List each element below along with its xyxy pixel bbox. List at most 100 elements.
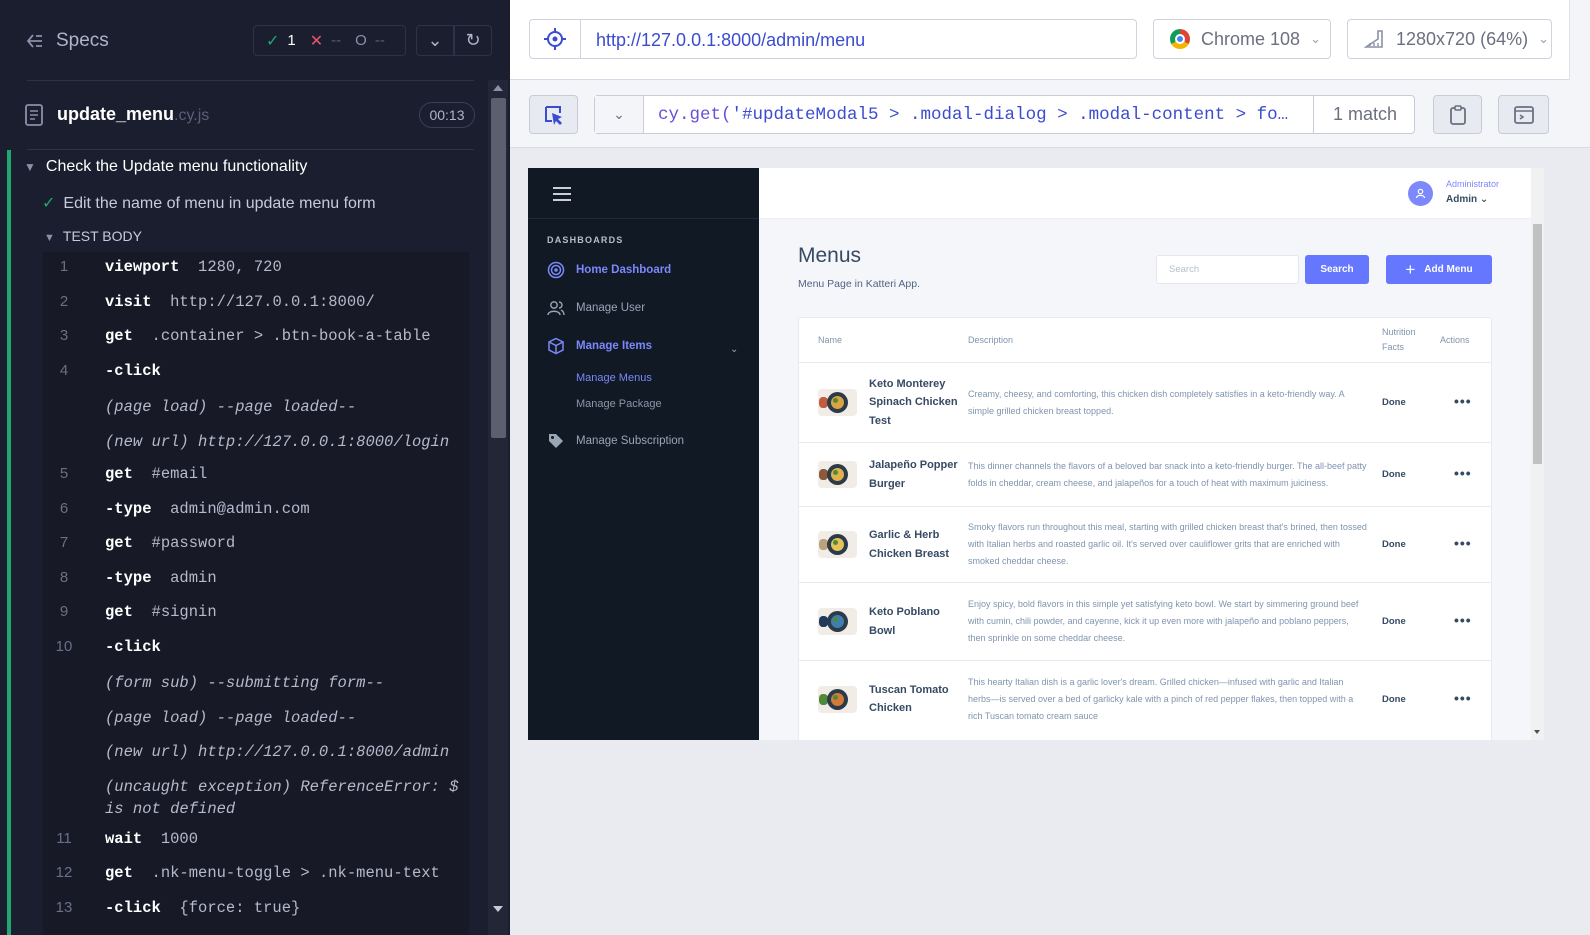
cursor-select-icon — [544, 105, 562, 125]
menu-toggle-icon[interactable] — [553, 187, 571, 201]
command-name: viewport 1280, 720 — [105, 258, 282, 276]
sidebar-item-label: Manage Items — [576, 340, 653, 352]
command-message: .nk-menu-toggle > .nk-menu-text — [151, 864, 440, 882]
copy-selector-button[interactable] — [1433, 95, 1482, 134]
search-input[interactable]: Search — [1156, 255, 1299, 284]
command-number: 12 — [55, 864, 73, 881]
command-number: 4 — [59, 362, 69, 379]
sidebar-subitem-manage-package[interactable]: Manage Package — [576, 398, 662, 410]
failed-count: -- — [331, 32, 342, 49]
sidebar-item-manage-subscription[interactable]: Manage Subscription — [547, 431, 684, 451]
command-number: 13 — [55, 899, 73, 916]
chevron-down-icon[interactable]: ⌄ — [730, 344, 738, 355]
menu-thumbnail — [818, 531, 857, 558]
viewport-info[interactable]: 1280x720 (64%) ⌄ — [1347, 19, 1552, 59]
chevron-down-icon: ⌄ — [1538, 31, 1549, 46]
sidebar-item-label: Home Dashboard — [576, 264, 672, 276]
chrome-icon — [1170, 29, 1190, 49]
command-number: 1 — [59, 258, 69, 275]
scroll-down-icon[interactable] — [1534, 730, 1540, 734]
command-event-text: (new url) http://127.0.0.1:8000/login — [105, 433, 450, 451]
test-title[interactable]: ✓ Edit the name of menu in update menu fo… — [42, 193, 376, 213]
command-name: get .nk-menu-toggle > .nk-menu-text — [105, 864, 440, 882]
more-actions-icon[interactable]: ••• — [1454, 393, 1472, 409]
crosshair-icon — [544, 28, 566, 50]
clipboard-icon — [1449, 104, 1466, 125]
menu-description: This hearty Italian dish is a garlic lov… — [968, 676, 1354, 721]
command-name: get .container > .btn-book-a-table — [105, 327, 431, 345]
table-row[interactable]: Keto Monterey Spinach Chicken Test Creamy… — [799, 362, 1491, 442]
search-button[interactable]: Search — [1305, 255, 1369, 284]
nutrition-status: Done — [1382, 693, 1406, 705]
column-header-description: Description — [968, 334, 1014, 345]
column-header-name: Name — [818, 334, 843, 345]
command-number: 2 — [59, 293, 69, 310]
selector-playground-button[interactable] — [529, 19, 581, 59]
sidebar-item-home-dashboard[interactable]: Home Dashboard — [547, 260, 671, 280]
browser-selector[interactable]: Chrome 108 ⌄ — [1153, 19, 1331, 59]
command-message: {force: true} — [179, 899, 301, 917]
menu-name: Keto Monterey Spinach Chicken Test — [869, 377, 958, 427]
chevron-down-icon[interactable]: ⌄ — [595, 96, 644, 133]
column-header-actions: Actions — [1440, 334, 1470, 345]
sidebar-item-label: Manage Subscription — [576, 435, 685, 447]
menu-description: Creamy, cheesy, and comforting, this chi… — [968, 388, 1345, 416]
url-display[interactable]: http://127.0.0.1:8000/admin/menu — [581, 19, 1137, 59]
print-to-console-button[interactable] — [1498, 95, 1549, 134]
specs-list-icon[interactable] — [25, 31, 45, 51]
selector-input[interactable]: cy.get('#updateModal5 > .modal-dialog > … — [658, 105, 1298, 125]
scroll-up-icon[interactable] — [493, 85, 503, 91]
command-name: -click — [105, 362, 161, 380]
command-number: 5 — [59, 465, 69, 482]
reload-icon[interactable]: ↻ — [454, 25, 492, 56]
app-sidebar: DASHBOARDS Home Dashboard Manage User Ma… — [528, 168, 759, 740]
test-body-toggle[interactable]: ▼ TEST BODY — [44, 228, 142, 244]
menu-name: Jalapeño Popper Burger — [869, 459, 958, 490]
nutrition-status: Done — [1382, 539, 1406, 550]
sidebar-heading: DASHBOARDS — [547, 235, 624, 245]
user-role: Administrator — [1446, 179, 1500, 189]
box-icon — [548, 337, 564, 355]
command-number: 6 — [59, 500, 69, 517]
sidebar-item-manage-user[interactable]: Manage User — [547, 298, 645, 318]
table-row[interactable]: Keto Poblano Bowl Enjoy spicy, bold flavo… — [799, 582, 1491, 660]
table-row[interactable]: Tuscan Tomato Chicken This hearty Italian… — [799, 660, 1491, 737]
command-list: 1 viewport 1280, 720 2 visit http://127.0.0… — [43, 252, 469, 935]
sidebar-item-manage-items[interactable]: Manage Items — [547, 336, 652, 356]
more-actions-icon[interactable]: ••• — [1454, 535, 1472, 551]
more-actions-icon[interactable]: ••• — [1454, 612, 1472, 628]
sidebar-subitem-manage-menus[interactable]: Manage Menus — [576, 372, 652, 384]
menu-description: Enjoy spicy, bold flavors in this simple… — [968, 599, 1359, 643]
menu-name: Keto Poblano Bowl — [869, 606, 940, 637]
selector-playground: ⌄ cy.get('#updateModal5 > .modal-dialog … — [510, 80, 1590, 148]
chevron-down-icon[interactable]: ⌄ — [416, 25, 454, 56]
element-picker-button[interactable] — [529, 95, 578, 134]
command-number: 10 — [55, 638, 73, 655]
page-subtitle: Menu Page in Katteri App. — [798, 278, 920, 290]
menu-name: Tuscan Tomato Chicken — [869, 683, 949, 715]
selector-field: ⌄ cy.get('#updateModal5 > .modal-dialog … — [594, 95, 1415, 134]
table-row[interactable]: Jalapeño Popper Burger This dinner channe… — [799, 442, 1491, 506]
scrollbar-thumb[interactable] — [491, 98, 506, 438]
scroll-down-icon[interactable] — [493, 906, 503, 912]
command-event-text: (form sub) --submitting form-- — [105, 674, 385, 692]
table-row[interactable]: Garlic & Herb Chicken Breast Smoky flavor… — [799, 506, 1491, 582]
pass-indicator-bar — [7, 150, 11, 935]
command-name: get #password — [105, 534, 236, 552]
menu-thumbnail — [818, 461, 857, 488]
plus-icon: + — [1405, 259, 1416, 279]
chevron-down-icon: ▼ — [44, 232, 55, 244]
user-menu[interactable]: Admin ⌄ — [1446, 194, 1488, 205]
spec-file-name[interactable]: update_menu.cy.js — [57, 104, 209, 125]
sidebar-top — [528, 168, 759, 219]
more-actions-icon[interactable]: ••• — [1454, 465, 1472, 481]
avatar[interactable] — [1408, 181, 1433, 206]
divider — [27, 80, 474, 81]
app-main-content: Menus Menu Page in Katteri App. Search S… — [759, 219, 1531, 740]
specs-label[interactable]: Specs — [56, 30, 109, 52]
more-actions-icon[interactable]: ••• — [1454, 690, 1472, 706]
add-menu-button[interactable]: + Add Menu — [1386, 255, 1492, 284]
app-scrollbar-thumb[interactable] — [1533, 224, 1542, 464]
menu-thumbnail — [818, 608, 857, 635]
suite-title[interactable]: ▼ Check the Update menu functionality — [24, 158, 307, 176]
